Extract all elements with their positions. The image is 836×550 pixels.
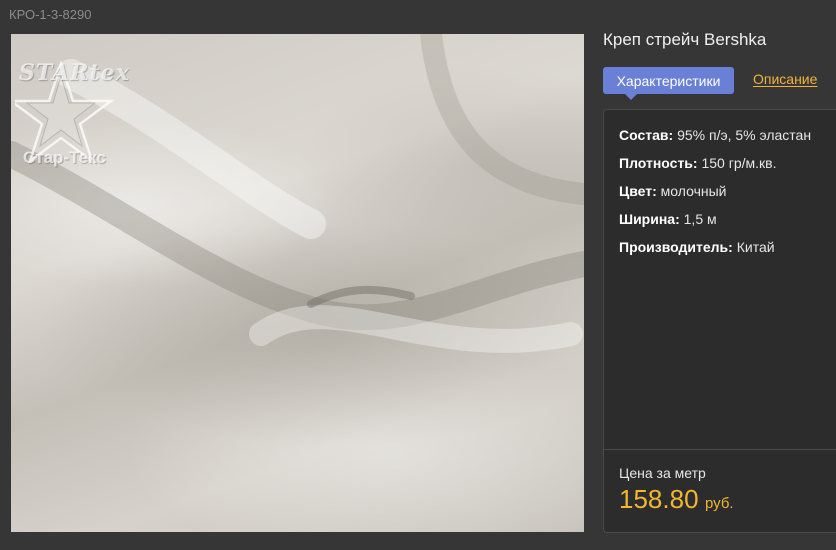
specs-list: Состав: 95% п/э, 5% эластан Плотность: 1… [619, 126, 811, 266]
price-row: 158.80 руб. [619, 484, 734, 515]
specs-panel: Состав: 95% п/э, 5% эластан Плотность: 1… [603, 109, 836, 533]
startex-logo: STARtex Стар-Текс [11, 46, 145, 176]
sku-code: КРО-1-3-8290 [9, 7, 92, 22]
logo-caption-text: Стар-Текс [23, 148, 106, 167]
spec-color: Цвет: молочный [619, 182, 811, 210]
spec-label: Ширина: [619, 211, 680, 227]
product-details: Креп стрейч Bershka Характеристики Описа… [603, 0, 836, 550]
spec-width: Ширина: 1,5 м [619, 210, 811, 238]
spec-density: Плотность: 150 гр/м.кв. [619, 154, 811, 182]
price-unit: руб. [704, 495, 734, 512]
price-value: 158.80 [619, 484, 699, 514]
spec-value: Китай [732, 239, 775, 255]
price-label: Цена за метр [619, 465, 706, 481]
spec-composition: Состав: 95% п/э, 5% эластан [619, 126, 811, 154]
spec-label: Цвет: [619, 183, 657, 199]
price-divider [604, 449, 836, 450]
spec-label: Плотность: [619, 155, 698, 171]
spec-value: 150 гр/м.кв. [697, 155, 777, 171]
product-title: Креп стрейч Bershka [603, 30, 767, 49]
spec-manufacturer: Производитель: Китай [619, 238, 811, 266]
spec-label: Производитель: [619, 239, 733, 255]
spec-label: Состав: [619, 127, 674, 143]
spec-value: 95% п/э, 5% эластан [673, 127, 812, 143]
logo-brand-text: STARtex [19, 60, 130, 86]
fabric-photo: STARtex Стар-Текс [11, 34, 584, 532]
tab-description-link[interactable]: Описание [753, 71, 817, 87]
spec-value: молочный [656, 183, 727, 199]
tab-characteristics[interactable]: Характеристики [603, 67, 734, 100]
spec-value: 1,5 м [679, 211, 717, 227]
